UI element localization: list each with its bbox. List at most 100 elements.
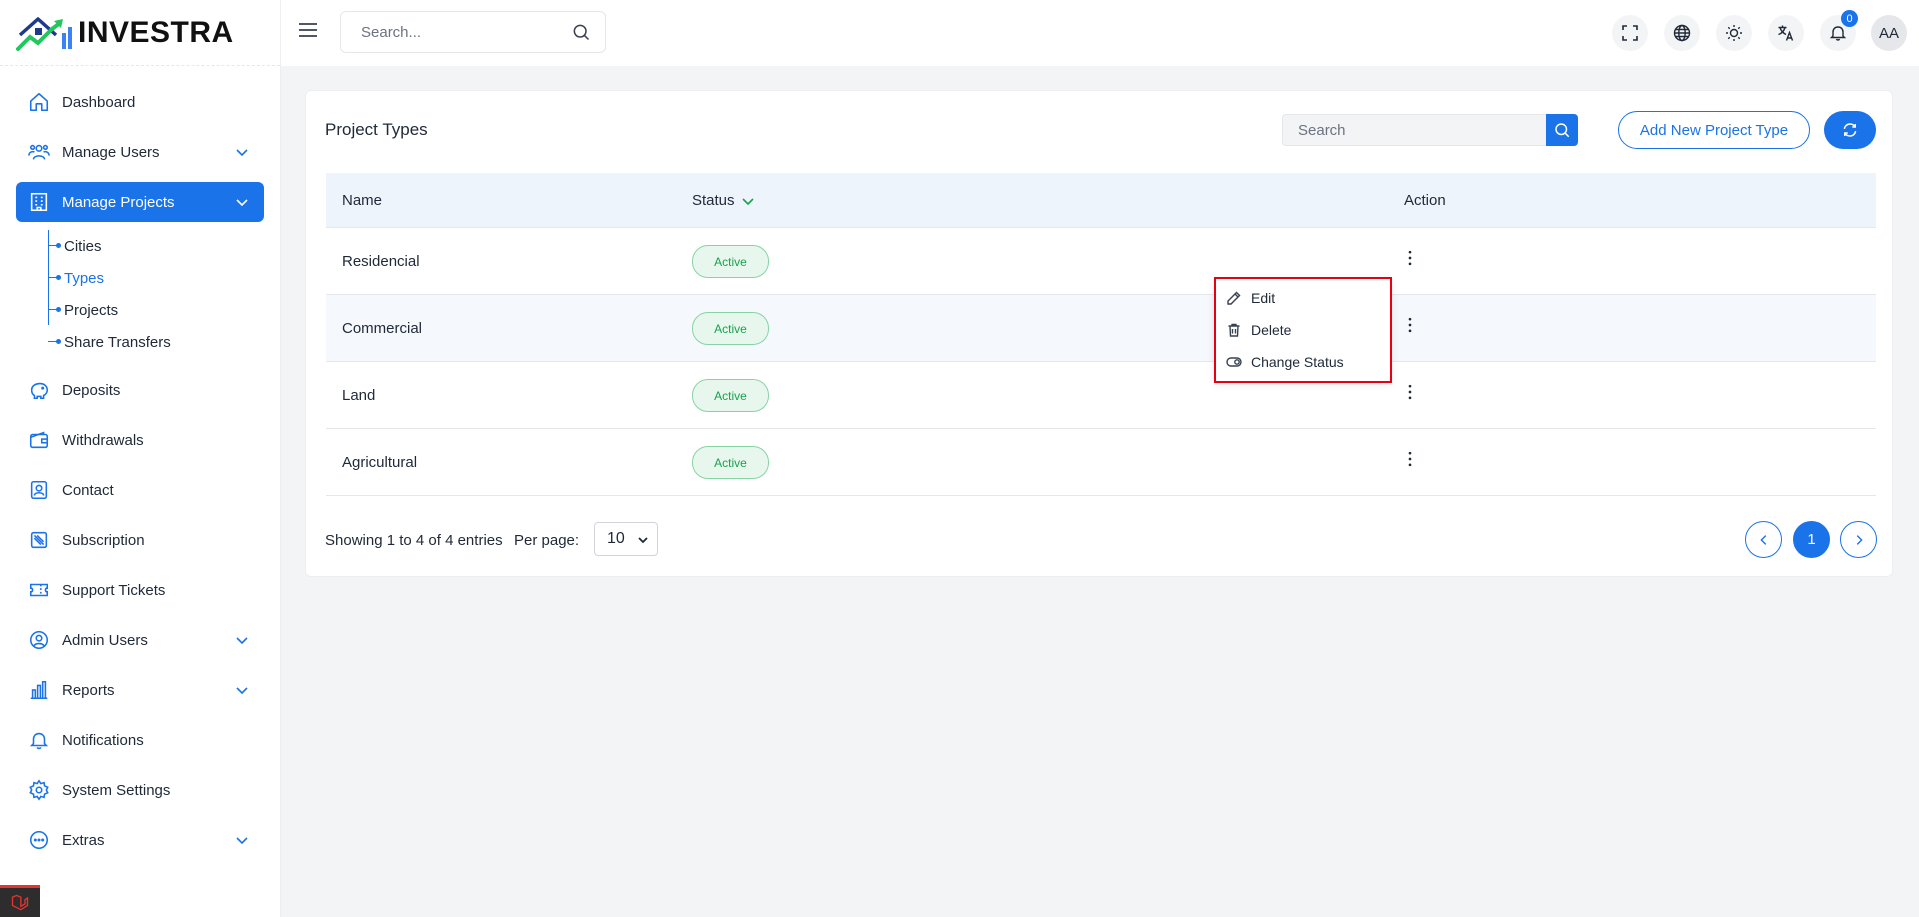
- status-badge: Active: [692, 446, 769, 479]
- status-badge: Active: [692, 312, 769, 345]
- sidebar-item-label: Admin Users: [62, 631, 148, 649]
- kebab-menu-icon: [1400, 449, 1420, 469]
- project-types-card: Project Types Add New Project Type Name …: [305, 90, 1893, 577]
- fullscreen-button[interactable]: [1612, 15, 1648, 51]
- table-search-input[interactable]: [1282, 114, 1546, 146]
- sidebar-item-label: Support Tickets: [62, 581, 166, 599]
- translate-icon: [1777, 24, 1795, 42]
- menu-item-edit[interactable]: Edit: [1226, 286, 1275, 310]
- table-row: Agricultural Active: [326, 429, 1876, 496]
- logo-icon: [16, 13, 74, 53]
- table-row: Land Active: [326, 362, 1876, 429]
- sidebar-subitem-cities[interactable]: Cities: [48, 230, 280, 262]
- language-button[interactable]: [1664, 15, 1700, 51]
- row-actions-button[interactable]: [1398, 313, 1422, 337]
- chevron-right-icon: [1852, 533, 1866, 547]
- page-title: Project Types: [325, 120, 428, 139]
- sidebar-item-label: Manage Projects: [62, 193, 175, 211]
- sidebar-item-system-settings[interactable]: System Settings: [16, 770, 264, 810]
- row-actions-button[interactable]: [1398, 380, 1422, 404]
- status-badge: Active: [692, 379, 769, 412]
- sidebar: INVESTRA Dashboard Manage Users Manage P…: [0, 0, 281, 917]
- chevron-down-icon: [234, 632, 250, 648]
- chevron-down-icon: [234, 832, 250, 848]
- table-search-button[interactable]: [1546, 114, 1578, 146]
- sidebar-item-notifications[interactable]: Notifications: [16, 720, 264, 760]
- sidebar-item-label: System Settings: [62, 781, 171, 799]
- fullscreen-icon: [1621, 24, 1639, 42]
- sidebar-item-label: Manage Users: [62, 143, 160, 161]
- chevron-down-icon: [741, 194, 755, 208]
- column-header-name[interactable]: Name: [342, 192, 382, 209]
- user-avatar[interactable]: AA: [1871, 15, 1907, 51]
- sidebar-nav: Dashboard Manage Users Manage Projects C…: [0, 66, 280, 860]
- more-circle-icon: [28, 829, 50, 851]
- column-header-action: Action: [1404, 192, 1446, 209]
- notifications-button[interactable]: 0: [1820, 10, 1858, 51]
- sidebar-item-withdrawals[interactable]: Withdrawals: [16, 420, 264, 460]
- sidebar-item-admin-users[interactable]: Admin Users: [16, 620, 264, 660]
- row-name: Commercial: [342, 320, 423, 337]
- sidebar-item-support-tickets[interactable]: Support Tickets: [16, 570, 264, 610]
- sidebar-item-label: Deposits: [62, 381, 121, 399]
- sidebar-item-contact[interactable]: Contact: [16, 470, 264, 510]
- kebab-menu-icon: [1400, 382, 1420, 402]
- bell-icon: [28, 729, 50, 751]
- table-row: Residencial Active: [326, 228, 1876, 295]
- topbar: 0 AA: [281, 0, 1919, 66]
- search-icon[interactable]: [571, 22, 591, 42]
- menu-item-delete[interactable]: Delete: [1226, 318, 1291, 342]
- chevron-left-icon: [1757, 533, 1771, 547]
- pagination-page-button[interactable]: 1: [1793, 521, 1830, 558]
- sidebar-subitem-projects[interactable]: Projects: [48, 294, 280, 326]
- chevron-down-icon: [234, 144, 250, 160]
- pencil-icon: [1227, 291, 1241, 305]
- piggy-bank-icon: [28, 379, 50, 401]
- sidebar-item-manage-users[interactable]: Manage Users: [16, 132, 264, 172]
- sidebar-subitem-types[interactable]: Types: [48, 262, 280, 294]
- kebab-menu-icon: [1400, 315, 1420, 335]
- sidebar-item-deposits[interactable]: Deposits: [16, 370, 264, 410]
- sidebar-item-label: Dashboard: [62, 93, 136, 111]
- per-page-select[interactable]: 10: [594, 522, 658, 556]
- sidebar-item-extras[interactable]: Extras: [16, 820, 264, 860]
- subscription-icon: [28, 529, 50, 551]
- row-name: Residencial: [342, 253, 420, 270]
- menu-toggle-icon[interactable]: [294, 18, 322, 42]
- global-search-input[interactable]: [361, 23, 571, 41]
- column-header-status[interactable]: Status: [692, 192, 755, 209]
- global-search: [340, 11, 606, 53]
- sidebar-item-label: Contact: [62, 481, 114, 499]
- manage-projects-submenu: Cities Types Projects Share Transfers: [48, 230, 280, 358]
- brand[interactable]: INVESTRA: [0, 0, 280, 66]
- pagination-next-button[interactable]: [1840, 521, 1877, 558]
- row-actions-button[interactable]: [1398, 246, 1422, 270]
- add-project-type-button[interactable]: Add New Project Type: [1618, 111, 1810, 149]
- row-name: Agricultural: [342, 454, 418, 471]
- sidebar-item-reports[interactable]: Reports: [16, 670, 264, 710]
- menu-item-label: Delete: [1251, 322, 1292, 338]
- column-header-status-label: Status: [692, 192, 735, 209]
- sun-icon: [1725, 24, 1743, 42]
- table-search: [1282, 114, 1578, 146]
- wallet-icon: [28, 429, 50, 451]
- sidebar-item-dashboard[interactable]: Dashboard: [16, 82, 264, 122]
- chevron-down-icon: [234, 682, 250, 698]
- sidebar-item-label: Subscription: [62, 531, 145, 549]
- pagination-prev-button[interactable]: [1745, 521, 1782, 558]
- row-actions-button[interactable]: [1398, 447, 1422, 471]
- trash-icon: [1228, 323, 1240, 337]
- sidebar-item-manage-projects[interactable]: Manage Projects: [16, 182, 264, 222]
- laravel-debug-icon[interactable]: [0, 885, 40, 917]
- menu-item-change-status[interactable]: Change Status: [1226, 350, 1344, 374]
- table-row: Commercial Active: [326, 295, 1876, 362]
- users-icon: [28, 141, 50, 163]
- toggle-icon: [1226, 357, 1242, 367]
- sidebar-subitem-share-transfers[interactable]: Share Transfers: [48, 326, 280, 358]
- sidebar-item-subscription[interactable]: Subscription: [16, 520, 264, 560]
- building-icon: [28, 191, 50, 213]
- refresh-button[interactable]: [1824, 111, 1876, 149]
- translate-button[interactable]: [1768, 15, 1804, 51]
- theme-toggle-button[interactable]: [1716, 15, 1752, 51]
- row-actions-menu: Edit Delete Change Status: [1214, 277, 1392, 383]
